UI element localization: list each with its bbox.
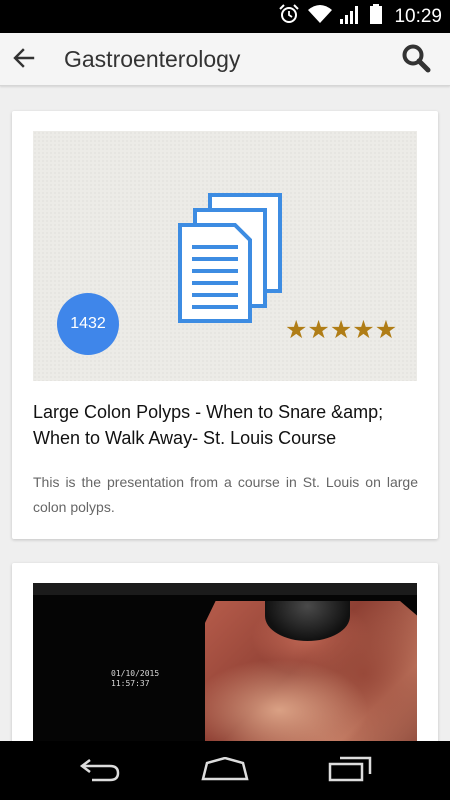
recents-nav-icon (328, 756, 372, 787)
nav-recents-button[interactable] (320, 751, 380, 791)
video-card[interactable]: 01/10/2015 11:57:37 (12, 563, 438, 741)
endoscopy-frame (205, 601, 417, 741)
app-screen: 10:29 Gastroenterology 1432 ★ ★ ★ ★ ★ La… (0, 0, 450, 800)
star-icon: ★ (329, 315, 353, 344)
home-nav-icon (201, 756, 249, 786)
battery-icon (370, 4, 383, 29)
back-button[interactable] (6, 42, 42, 78)
search-button[interactable] (398, 42, 434, 78)
star-icon: ★ (374, 315, 398, 344)
video-thumbnail[interactable]: 01/10/2015 11:57:37 (33, 583, 417, 741)
video-timestamp: 01/10/2015 11:57:37 (111, 669, 160, 688)
content-list[interactable]: 1432 ★ ★ ★ ★ ★ Large Colon Polyps - When… (0, 87, 450, 741)
card-title[interactable]: Large Colon Polyps - When to Snare &amp;… (33, 399, 418, 451)
status-time: 10:29 (394, 5, 442, 27)
documents-icon (178, 193, 282, 328)
video-top-strip (33, 583, 417, 595)
star-icon: ★ (352, 315, 375, 344)
page-title: Gastroenterology (64, 46, 241, 72)
back-nav-icon (78, 756, 122, 787)
alarm-icon (278, 3, 300, 30)
search-icon (401, 43, 431, 78)
wifi-icon (308, 4, 333, 29)
app-bar: Gastroenterology (0, 33, 450, 86)
arrow-left-icon (12, 46, 36, 75)
status-icons: 10:29 (278, 0, 442, 33)
rating-stars: ★ ★ ★ ★ ★ (285, 317, 397, 342)
presentation-card[interactable]: 1432 ★ ★ ★ ★ ★ Large Colon Polyps - When… (12, 111, 438, 539)
card-description: This is the presentation from a course i… (33, 474, 418, 515)
view-count-badge: 1432 (57, 293, 119, 355)
system-nav-bar (0, 741, 450, 800)
status-bar: 10:29 (0, 0, 450, 33)
nav-home-button[interactable] (195, 751, 255, 791)
nav-back-button[interactable] (70, 751, 130, 791)
scope-tip (265, 601, 350, 641)
star-icon: ★ (285, 315, 308, 344)
signal-icon (340, 4, 362, 29)
document-thumbnail[interactable]: 1432 ★ ★ ★ ★ ★ (33, 131, 417, 381)
star-icon: ★ (307, 315, 330, 344)
